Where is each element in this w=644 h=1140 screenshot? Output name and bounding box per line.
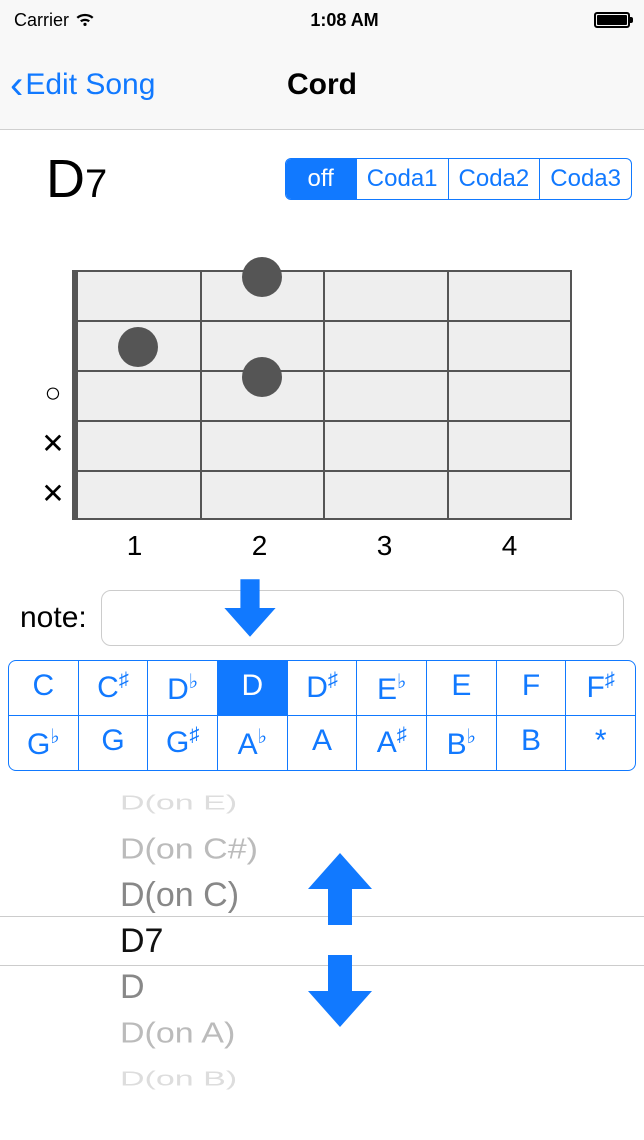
wifi-icon [75,13,95,27]
coda-segmented: offCoda1Coda2Coda3 [285,158,632,200]
root-F[interactable]: F [496,661,566,715]
chord-picker[interactable]: D(on E)D(on C#)D(on C)D7DD(on A)D(on B) [0,791,644,1091]
status-bar: Carrier 1:08 AM [0,0,644,40]
clock: 1:08 AM [310,10,378,31]
root-D[interactable]: D [217,661,287,715]
chevron-left-icon: ‹ [10,65,23,105]
root-C-sharp[interactable]: C♯ [78,661,148,715]
root-D-sharp[interactable]: D♯ [287,661,357,715]
chord-display: D7 [46,148,107,210]
root-C[interactable]: C [9,661,78,715]
root-G[interactable]: G [78,715,148,770]
fret-number: 4 [447,530,572,562]
arrow-down-icon [300,951,380,1031]
arrow-up-icon [300,849,380,929]
string-marker: ✕ [38,418,68,468]
fret-dot [118,327,158,367]
root-F-sharp[interactable]: F♯ [565,661,635,715]
root-A-sharp[interactable]: A♯ [356,715,426,770]
root-E[interactable]: E [426,661,496,715]
string-marker [38,318,68,368]
fret-number: 1 [72,530,197,562]
battery-icon [594,12,630,28]
page-title: Cord [287,68,357,102]
root-A[interactable]: A [287,715,357,770]
carrier-label: Carrier [14,10,69,31]
coda-option-coda2[interactable]: Coda2 [448,159,540,199]
fret-dot [242,357,282,397]
string-marker [38,268,68,318]
note-label: note: [20,601,87,635]
root-G-flat[interactable]: G♭ [9,715,78,770]
root-G-sharp[interactable]: G♯ [147,715,217,770]
back-button[interactable]: ‹ Edit Song [10,65,155,105]
root-B-flat[interactable]: B♭ [426,715,496,770]
chord-suffix: 7 [85,162,107,206]
root-D-flat[interactable]: D♭ [147,661,217,715]
nav-bar: ‹ Edit Song Cord [0,40,644,130]
coda-option-coda3[interactable]: Coda3 [539,159,631,199]
fretboard: ○✕✕ 1234 [72,270,572,562]
chord-root: D [46,149,85,209]
string-marker: ○ [38,368,68,418]
note-input[interactable] [101,590,624,646]
root-E-flat[interactable]: E♭ [356,661,426,715]
root-A-flat[interactable]: A♭ [217,715,287,770]
coda-option-coda1[interactable]: Coda1 [356,159,448,199]
picker-item[interactable]: D(on E) [0,791,644,817]
back-label: Edit Song [25,68,155,102]
picker-item[interactable]: D(on B) [0,1065,644,1091]
string-marker: ✕ [38,468,68,518]
fret-number: 2 [197,530,322,562]
arrow-down-icon [218,568,282,648]
fret-dot [242,257,282,297]
root-B[interactable]: B [496,715,566,770]
fret-number: 3 [322,530,447,562]
root-*[interactable]: * [565,715,635,770]
root-note-grid: CC♯D♭DD♯E♭EFF♯ G♭GG♯A♭AA♯B♭B* [8,660,636,771]
coda-option-off[interactable]: off [286,159,356,199]
